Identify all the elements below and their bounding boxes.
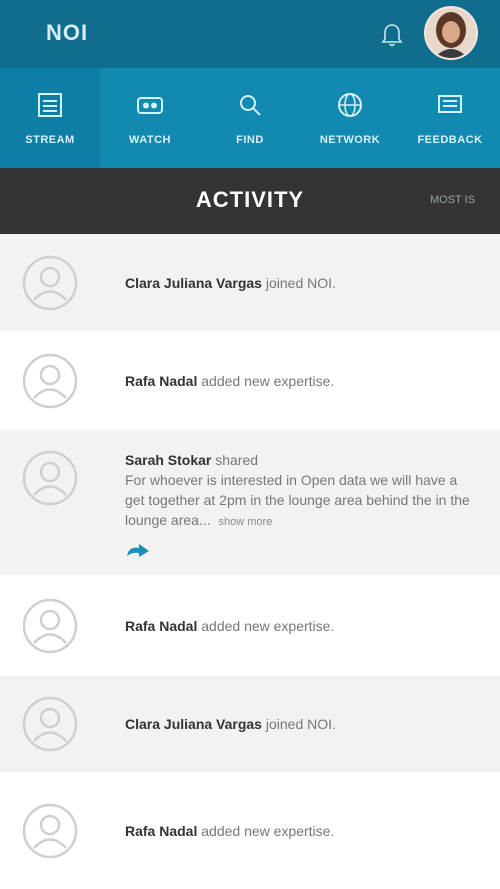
activity-action: joined NOI. <box>265 274 336 291</box>
activity-text: Rafa Nadal added new expertise. <box>125 371 364 391</box>
avatar-placeholder-icon <box>22 450 78 506</box>
activity-action: joined NOI. <box>265 716 336 732</box>
section-header: ACTIVITY MOST IS <box>0 168 500 234</box>
user-name[interactable]: Rafa Nadal <box>125 618 197 634</box>
nav-network[interactable]: NETWORK <box>300 68 400 168</box>
bell-icon[interactable] <box>380 22 404 48</box>
activity-text: Clara Juliana Vargas joined NOI. <box>125 273 366 293</box>
user-name[interactable]: Rafa Nadal <box>125 823 197 839</box>
nav-label: FIND <box>236 134 264 146</box>
user-avatar[interactable] <box>426 8 476 58</box>
shared-icon <box>127 544 149 557</box>
activity-text: Clara Juliana Vargas joined NOI. <box>125 714 366 734</box>
activity-action: added new expertise. <box>201 822 335 839</box>
watch-icon <box>137 97 163 114</box>
main-nav: STREAM WATCH FIND NETWORK FEEDBACK <box>0 68 500 168</box>
avatar-placeholder-icon <box>22 696 78 752</box>
list-item[interactable]: Rafa Nadal added new expertise. <box>0 772 500 889</box>
activity-text: Rafa Nadal added new expertise. <box>125 616 364 636</box>
activity-feed: Clara Juliana Vargas joined NOI. Rafa Na… <box>0 234 500 889</box>
globe-icon <box>338 93 362 117</box>
list-item[interactable]: Clara Juliana Vargas joined NOI. <box>0 676 500 772</box>
section-action[interactable]: MOST IS <box>430 194 500 206</box>
app-logo[interactable]: NOI <box>46 20 88 46</box>
list-item[interactable]: Clara Juliana Vargas joined NOI. <box>0 234 500 331</box>
nav-watch[interactable]: WATCH <box>100 68 200 168</box>
user-name[interactable]: Sarah Stokar <box>125 452 211 468</box>
avatar-placeholder-icon <box>22 803 78 858</box>
user-name[interactable]: Rafa Nadal <box>125 373 197 389</box>
show-more-link[interactable]: show more <box>219 516 273 528</box>
nav-label: STREAM <box>25 134 75 146</box>
post-body: For whoever is interested in Open data w… <box>125 472 470 528</box>
stream-icon <box>38 93 62 117</box>
list-item[interactable]: Rafa Nadal added new expertise. <box>0 575 500 676</box>
avatar-placeholder-icon <box>22 598 78 653</box>
user-name[interactable]: Clara Juliana Vargas <box>125 716 262 732</box>
activity-text: Sarah Stokar shared For whoever is inter… <box>125 450 500 563</box>
nav-label: NETWORK <box>319 134 381 146</box>
section-title: ACTIVITY <box>195 187 305 212</box>
activity-action: added new expertise. <box>201 372 335 389</box>
top-bar: NOI <box>0 0 500 68</box>
nav-feedback[interactable]: FEEDBACK <box>400 68 500 168</box>
avatar-placeholder-icon <box>22 353 78 408</box>
user-name[interactable]: Clara Juliana Vargas <box>125 275 262 291</box>
search-icon <box>240 95 261 116</box>
activity-action: added new expertise. <box>201 617 335 634</box>
nav-find[interactable]: FIND <box>200 68 300 168</box>
activity-text: Rafa Nadal added new expertise. <box>125 821 364 841</box>
nav-stream[interactable]: STREAM <box>0 68 100 168</box>
avatar-placeholder-icon <box>22 255 78 310</box>
list-item[interactable]: Sarah Stokar shared For whoever is inter… <box>0 430 500 575</box>
activity-action: shared <box>215 452 259 468</box>
nav-label: FEEDBACK <box>417 134 483 146</box>
list-item[interactable]: Rafa Nadal added new expertise. <box>0 331 500 430</box>
nav-label: WATCH <box>128 134 171 146</box>
feedback-icon <box>438 95 462 113</box>
